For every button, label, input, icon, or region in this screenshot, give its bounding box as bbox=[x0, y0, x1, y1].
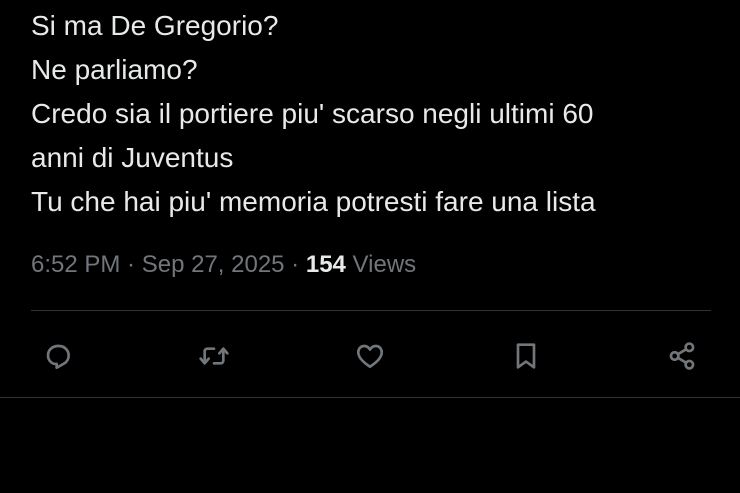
tweet-text-line: Tu che hai piu' memoria potresti fare un… bbox=[31, 186, 596, 217]
divider bbox=[0, 397, 740, 398]
views-label[interactable]: Views bbox=[346, 251, 417, 278]
tweet-body: Si ma De Gregorio? Ne parliamo? Credo si… bbox=[31, 4, 721, 224]
retweet-icon bbox=[199, 347, 229, 365]
tweet-text-line: Ne parliamo? bbox=[31, 54, 198, 85]
tweet-text-line: anni di Juventus bbox=[31, 142, 234, 173]
meta-separator: · bbox=[120, 251, 142, 278]
bookmark-button[interactable] bbox=[506, 336, 546, 376]
tweet-meta: 6:52 PM · Sep 27, 2025 · 154 Views bbox=[31, 248, 416, 282]
divider bbox=[31, 310, 711, 311]
heart-icon bbox=[356, 344, 384, 368]
tweet-date-link[interactable]: Sep 27, 2025 bbox=[142, 251, 285, 278]
tweet-actions-bar bbox=[0, 330, 740, 380]
like-button[interactable] bbox=[350, 336, 390, 376]
reply-button[interactable] bbox=[38, 336, 78, 376]
share-icon bbox=[669, 342, 695, 370]
tweet-time-link[interactable]: 6:52 PM bbox=[31, 251, 120, 278]
views-count[interactable]: 154 bbox=[306, 251, 346, 278]
tweet-text-line: Si ma De Gregorio? bbox=[31, 10, 279, 41]
share-button[interactable] bbox=[662, 336, 702, 376]
bookmark-icon bbox=[516, 343, 536, 369]
meta-separator: · bbox=[284, 251, 306, 278]
retweet-button[interactable] bbox=[194, 336, 234, 376]
reply-icon bbox=[46, 344, 70, 370]
tweet-text-line: Credo sia il portiere piu' scarso negli … bbox=[31, 98, 594, 129]
